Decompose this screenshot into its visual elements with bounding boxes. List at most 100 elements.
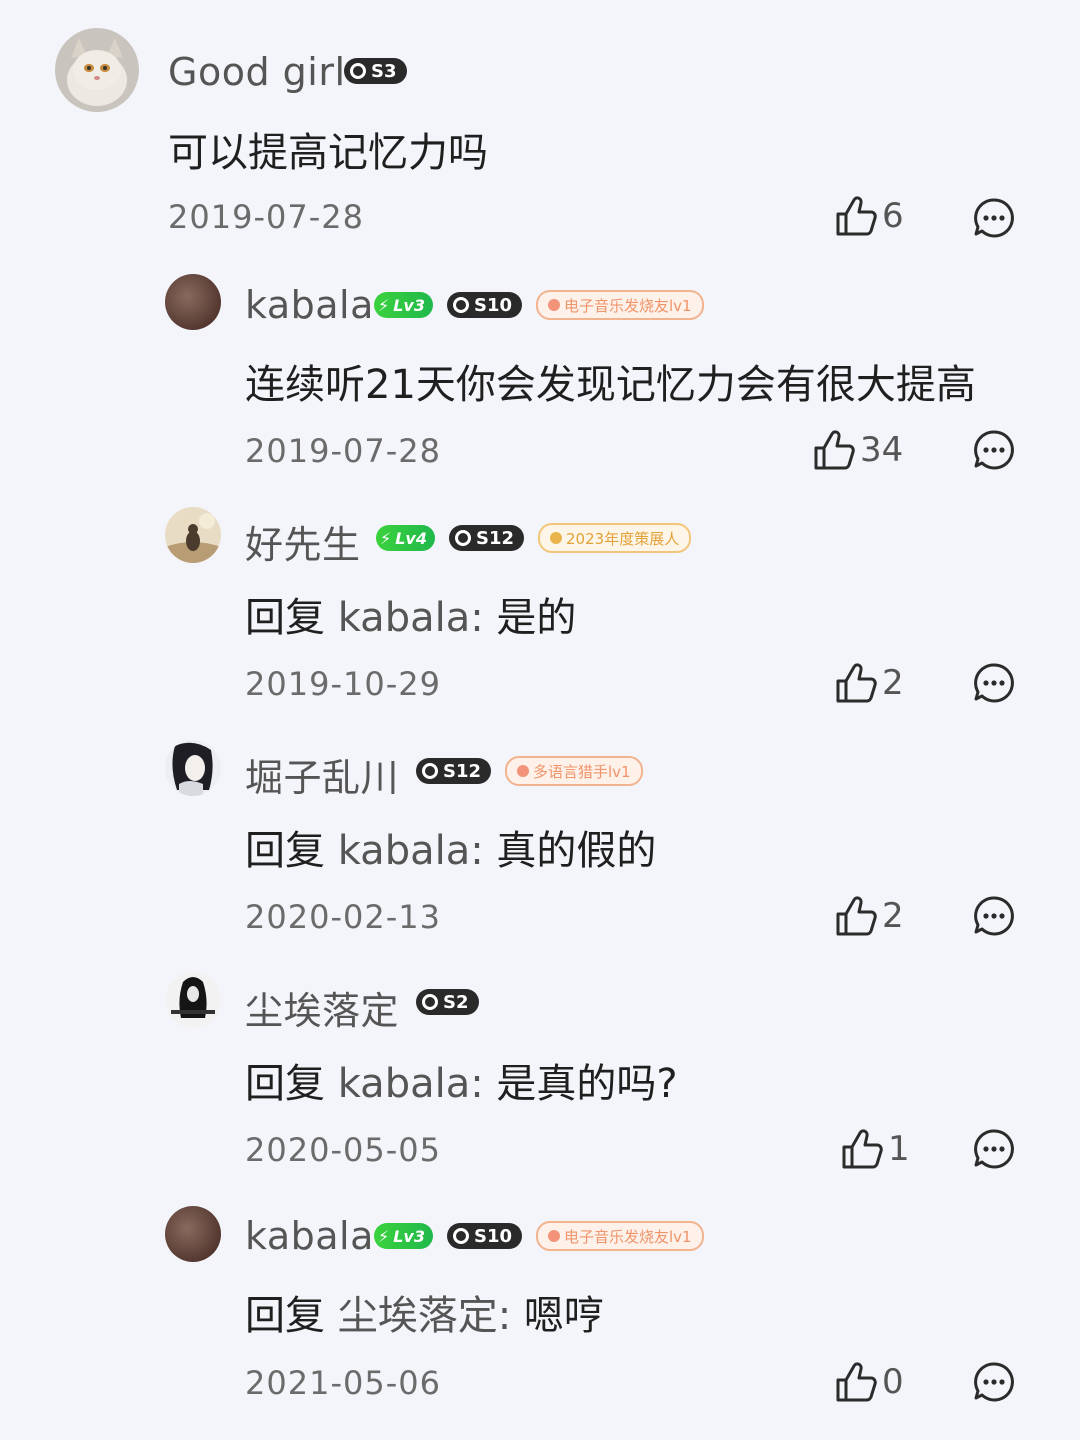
username[interactable]: 好先生 <box>245 514 361 569</box>
achievement-tag[interactable]: 电子音乐发烧友lv1 <box>536 290 704 320</box>
tag-label: 多语言猎手lv1 <box>533 762 631 781</box>
achievement-tag[interactable]: 2023年度策展人 <box>538 523 692 553</box>
username[interactable]: kabala <box>245 283 374 327</box>
reply-button[interactable] <box>972 1360 1016 1408</box>
username[interactable]: 堀子乱川 <box>245 747 399 802</box>
s-badge-label: S10 <box>474 1225 513 1247</box>
thumbs-up-icon <box>836 196 877 236</box>
user-badges: ⚡ Lv3 S10 电子音乐发烧友lv1 <box>374 290 704 320</box>
comment-text: 回复 kabala: 真的假的 <box>245 818 656 876</box>
comment-date: 2019-10-29 <box>245 665 441 703</box>
like-button[interactable]: 2 <box>834 894 904 938</box>
disc-icon <box>350 63 366 79</box>
level-badge[interactable]: ⚡ Lv4 <box>376 525 435 551</box>
reply-text: 是的 <box>496 595 577 641</box>
avatar[interactable] <box>165 972 221 1028</box>
level-badge[interactable]: ⚡ Lv3 <box>374 1223 433 1249</box>
username[interactable]: kabala <box>245 1214 374 1258</box>
comment-text: 回复 kabala: 是的 <box>245 585 576 643</box>
like-count: 0 <box>882 1362 904 1402</box>
lightning-bolt-icon: ⚡ <box>378 1226 390 1246</box>
username[interactable]: 尘埃落定 <box>245 980 399 1035</box>
s-level-badge[interactable]: S12 <box>449 525 525 551</box>
disc-icon <box>422 763 438 779</box>
s-badge-label: S12 <box>476 527 515 549</box>
comment-bubble-icon <box>974 1362 1014 1402</box>
reply-prefix: 回复 <box>245 1061 325 1107</box>
like-button[interactable]: 1 <box>840 1127 910 1171</box>
thumbs-up-icon <box>836 1362 877 1402</box>
comment-bubble-icon <box>974 198 1014 238</box>
disc-icon <box>422 994 438 1010</box>
lightning-bolt-icon: ⚡ <box>380 528 392 548</box>
reply-prefix: 回复 <box>245 1293 325 1339</box>
comment-text: 回复 尘埃落定: 嗯哼 <box>245 1283 604 1341</box>
comment-date: 2021-05-06 <box>245 1364 441 1402</box>
reply-button[interactable] <box>972 1127 1016 1175</box>
disc-icon <box>453 297 469 313</box>
user-badges: S2 <box>416 989 479 1015</box>
s-badge-label: S3 <box>371 60 397 82</box>
tag-icon <box>548 1230 561 1242</box>
achievement-tag[interactable]: 多语言猎手lv1 <box>505 756 643 786</box>
level-badge[interactable]: ⚡ Lv3 <box>374 292 433 318</box>
comment-text: 可以提高记忆力吗 <box>168 130 488 176</box>
reply-prefix: 回复 <box>245 595 325 641</box>
reply-text: 是真的吗? <box>496 1061 678 1107</box>
reply-target[interactable]: 尘埃落定: <box>338 1293 511 1339</box>
reply-button[interactable] <box>972 428 1016 476</box>
username[interactable]: Good girl <box>168 50 346 94</box>
s-badge-label: S12 <box>443 760 482 782</box>
reply-target[interactable]: kabala: <box>338 828 484 874</box>
comment-date: 2019-07-28 <box>245 432 441 470</box>
comment-date: 2020-02-13 <box>245 898 441 936</box>
avatar[interactable] <box>165 274 221 330</box>
user-badges: S12 多语言猎手lv1 <box>416 756 643 786</box>
level-badge-label: Lv3 <box>393 1226 425 1246</box>
user-badges: ⚡ Lv3 S10 电子音乐发烧友lv1 <box>374 1221 704 1251</box>
reply-button[interactable] <box>972 894 1016 942</box>
s-level-badge[interactable]: S3 <box>344 58 407 84</box>
reply-button[interactable] <box>972 661 1016 709</box>
avatar[interactable] <box>165 507 221 563</box>
like-button[interactable]: 0 <box>834 1360 904 1404</box>
comment-date: 2020-05-05 <box>245 1131 441 1169</box>
lightning-bolt-icon: ⚡ <box>378 295 390 315</box>
like-button[interactable]: 2 <box>834 661 904 705</box>
thumbs-up-icon <box>836 663 877 703</box>
achievement-tag[interactable]: 电子音乐发烧友lv1 <box>536 1221 704 1251</box>
reply-target[interactable]: kabala: <box>338 595 484 641</box>
avatar[interactable] <box>55 28 139 112</box>
like-count: 34 <box>860 430 904 470</box>
reply-text: 真的假的 <box>496 828 657 874</box>
avatar[interactable] <box>165 1206 221 1262</box>
s-badge-label: S10 <box>474 294 513 316</box>
tag-label: 电子音乐发烧友lv1 <box>564 1227 692 1246</box>
comment-bubble-icon <box>974 896 1014 936</box>
like-count: 2 <box>882 896 904 936</box>
user-badges: S3 <box>344 58 407 84</box>
like-count: 2 <box>882 663 904 703</box>
comment-bubble-icon <box>974 430 1014 470</box>
tag-label: 2023年度策展人 <box>566 529 680 548</box>
comment-bubble-icon <box>974 1129 1014 1169</box>
avatar[interactable] <box>165 740 221 796</box>
s-level-badge[interactable]: S2 <box>416 989 479 1015</box>
thumbs-up-icon <box>814 430 855 470</box>
tag-icon <box>517 765 530 777</box>
s-level-badge[interactable]: S10 <box>447 1223 523 1249</box>
disc-icon <box>453 1228 469 1244</box>
reply-prefix: 回复 <box>245 828 325 874</box>
like-count: 6 <box>882 196 904 236</box>
like-button[interactable]: 6 <box>834 194 904 238</box>
s-level-badge[interactable]: S12 <box>416 758 492 784</box>
s-level-badge[interactable]: S10 <box>447 292 523 318</box>
reply-button[interactable] <box>972 196 1016 244</box>
tag-icon <box>548 299 561 311</box>
tag-label: 电子音乐发烧友lv1 <box>564 296 692 315</box>
thumbs-up-icon <box>836 896 877 936</box>
like-button[interactable]: 34 <box>812 428 903 472</box>
comment-text: 连续听21天你会发现记忆力会有很大提高 <box>245 362 976 408</box>
reply-target[interactable]: kabala: <box>338 1061 484 1107</box>
tag-icon <box>550 532 563 544</box>
